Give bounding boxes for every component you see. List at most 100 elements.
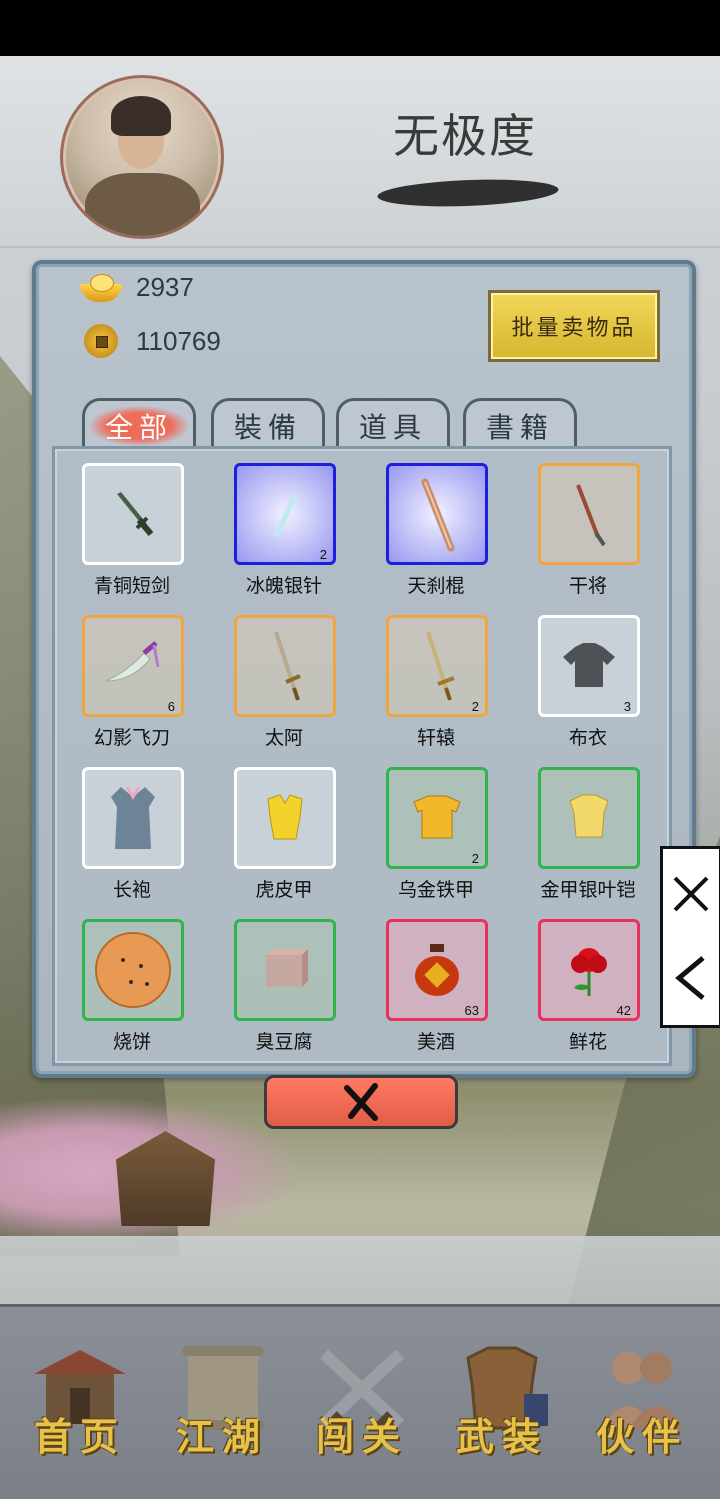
item-name: 虎皮甲 [255,879,313,901]
inventory-item[interactable]: 63 美酒 [386,919,488,1059]
item-qty: 2 [471,851,479,866]
item-name: 青铜短剑 [93,575,170,597]
inventory-item[interactable]: 长袍 [82,767,184,907]
side-close-button[interactable] [663,859,719,929]
item-name: 长袍 [112,879,151,901]
close-icon [344,1083,378,1121]
nav-equipment[interactable]: 武装 [442,1338,562,1468]
close-button[interactable] [264,1075,458,1129]
inventory-item[interactable]: 青铜短剑 [82,463,184,603]
nav-companions[interactable]: 伙伴 [582,1338,702,1468]
inventory-item[interactable]: 干将 [538,463,640,603]
inventory-item[interactable]: 烧饼 [82,919,184,1059]
tofu-icon [266,949,308,987]
side-back-button[interactable] [663,943,719,1013]
rose-icon [571,948,607,996]
item-slot: 2 [386,615,488,717]
coin-row: 110769 [80,324,221,358]
tab-props-label: 道具 [358,411,427,444]
avatar-body [85,173,200,236]
sword-icon [576,484,606,547]
inventory-item[interactable]: 虎皮甲 [234,767,336,907]
inventory-item[interactable]: 3 布衣 [538,615,640,755]
sword-icon [274,631,301,701]
cloth-shirt-icon [563,643,615,687]
inventory-item[interactable]: 太阿 [234,615,336,755]
iron-armor-icon [413,795,461,839]
item-name: 轩辕 [416,727,455,749]
item-name: 臭豆腐 [255,1031,313,1053]
avatar[interactable] [60,75,224,239]
gold-armor-icon [569,794,609,838]
tab-equipment[interactable]: 裝備 [211,398,325,451]
item-name: 鲜花 [568,1031,607,1053]
item-slot: 2 [234,463,336,565]
copper-coin-icon [84,324,118,358]
item-name: 美酒 [416,1031,455,1053]
nav-equipment-label: 武装 [455,1414,548,1459]
item-name: 烧饼 [112,1031,151,1053]
floating-side-panel [660,846,720,1028]
tab-all-label: 全部 [88,406,189,446]
item-slot [82,919,184,1021]
tiger-armor-icon [267,794,303,840]
item-slot: 3 [538,615,640,717]
inventory-item[interactable]: 臭豆腐 [234,919,336,1059]
player-name: 无极度 [393,109,537,163]
inventory-item[interactable]: 6 幻影飞刀 [82,615,184,755]
item-name: 天刹棍 [407,575,465,597]
inventory-item[interactable]: 金甲银叶铠 [538,767,640,907]
item-slot [234,767,336,869]
close-icon [673,876,709,912]
item-name: 太阿 [264,727,303,749]
tab-all[interactable]: 全部 [82,398,196,451]
silver-needle-icon [274,493,298,537]
item-slot [82,463,184,565]
item-name: 金甲银叶铠 [540,879,636,901]
item-qty: 2 [471,699,479,714]
inventory-item[interactable]: 2 冰魄银针 [234,463,336,603]
item-qty: 42 [616,1003,631,1018]
inventory-item[interactable]: 42 鲜花 [538,919,640,1059]
item-qty: 2 [319,547,327,562]
item-slot: 2 [386,767,488,869]
tab-books[interactable]: 書籍 [463,398,577,451]
staff-icon [421,478,455,552]
item-name: 布衣 [568,727,607,749]
sword-icon [426,631,455,701]
tab-equipment-label: 裝備 [233,411,302,444]
gold-ingot-icon [80,273,122,302]
item-slot [234,919,336,1021]
avatar-hair [111,96,171,136]
tab-books-label: 書籍 [485,411,554,444]
coin-amount: 110769 [136,325,221,356]
nav-challenge-label: 闯关 [315,1414,408,1459]
item-qty: 3 [623,699,631,714]
chevron-left-icon [675,956,705,1000]
nav-companions-label: 伙伴 [595,1414,688,1459]
item-slot [82,767,184,869]
item-qty: 6 [167,699,175,714]
flying-knife-icon [105,641,160,682]
item-qty: 63 [464,1003,479,1018]
status-bar [0,0,720,56]
item-name: 冰魄银针 [245,575,322,597]
item-slot: 42 [538,919,640,1021]
item-slot: 6 [82,615,184,717]
bronze-sword-icon [117,492,154,536]
item-name: 幻影飞刀 [93,727,170,749]
nav-home[interactable]: 首页 [20,1338,140,1468]
nav-jianghu-label: 江湖 [175,1414,268,1459]
nav-home-label: 首页 [33,1414,126,1459]
nav-challenge[interactable]: 闯关 [302,1338,422,1468]
sesame-cake-icon [95,932,171,1008]
inventory-item[interactable]: 2 轩辕 [386,615,488,755]
inventory-item[interactable]: 天刹棍 [386,463,488,603]
item-slot [538,463,640,565]
bulk-sell-button[interactable]: 批量卖物品 [488,290,660,362]
tab-props[interactable]: 道具 [336,398,450,451]
item-slot [234,615,336,717]
item-slot [386,463,488,565]
nav-jianghu[interactable]: 江湖 [162,1338,282,1468]
inventory-item[interactable]: 2 乌金铁甲 [386,767,488,907]
